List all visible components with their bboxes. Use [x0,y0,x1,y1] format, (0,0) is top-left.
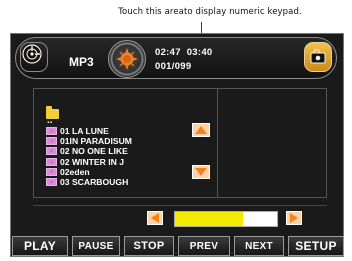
track-counter: 001/099 [155,61,192,72]
mode-label: MP3 [69,55,94,69]
next-button[interactable]: NEXT [234,236,284,256]
setup-button[interactable]: SETUP [288,236,344,256]
music-file-icon: ♪ [46,157,57,166]
total-time: 03:40 [186,47,213,58]
list-scroll-up-button[interactable] [192,123,210,137]
seek-progress-fill [175,212,244,226]
list-item-label: 01 LA LUNE [60,126,109,137]
list-item-label: 03 SCARBOUGH [60,177,129,188]
play-button[interactable]: PLAY [12,236,68,256]
list-item[interactable]: ♪ 01 LA LUNE [46,126,206,136]
music-file-icon: ♪ [46,127,57,136]
list-item-label: 02 NO ONE LIKE [60,146,128,157]
prev-button[interactable]: PREV [178,236,230,256]
elapsed-time: 02:47 [155,47,181,58]
music-file-icon: ♪ [46,147,57,156]
list-item[interactable]: ♪ 03 SCARBOUGH [46,177,206,187]
arrow-left-icon [151,213,159,223]
parent-folder-label: .. [47,115,53,126]
arrow-up-icon [195,126,207,134]
folder-cap-icon[interactable] [304,42,332,72]
arrow-down-icon [195,168,207,176]
list-item-label: 02eden [60,166,90,177]
time-display: 02:47 03:40 [155,47,213,58]
status-bar[interactable] [15,37,337,79]
list-item[interactable]: ♪ 02 NO ONE LIKE [46,146,206,156]
stop-button[interactable]: STOP [124,236,174,256]
file-list: .. ♪ 01 LA LUNE ♪ 01IN PARADISUM ♪ 02 NO… [46,106,206,187]
list-item[interactable]: ♪ 02eden [46,167,206,177]
list-item-label: 01IN PARADISUM [60,136,132,147]
list-item-label: 02 WINTER IN J [60,156,124,167]
disc-sun-icon [116,48,138,70]
list-scroll-down-button[interactable] [192,165,210,179]
pause-button[interactable]: PAUSE [72,236,120,256]
music-file-icon: ♪ [46,167,57,176]
keypad-hint-annotation: Touch this areato display numeric keypad… [118,7,302,17]
folder-icon [46,106,59,119]
seek-forward-button[interactable] [286,211,302,225]
seek-slider[interactable] [174,211,278,227]
disc-mode-icon[interactable] [20,42,48,72]
list-item[interactable]: ♪ 02 WINTER IN J [46,157,206,167]
seek-back-button[interactable] [147,211,163,225]
music-file-icon: ♪ [46,137,57,146]
list-item[interactable]: ♪ 01IN PARADISUM [46,136,206,146]
music-file-icon: ♪ [46,178,57,187]
control-bar: PLAY PAUSE STOP PREV NEXT SETUP [10,236,344,256]
arrow-right-icon [290,213,298,223]
seek-divider [33,205,327,206]
panel-divider [217,88,218,198]
